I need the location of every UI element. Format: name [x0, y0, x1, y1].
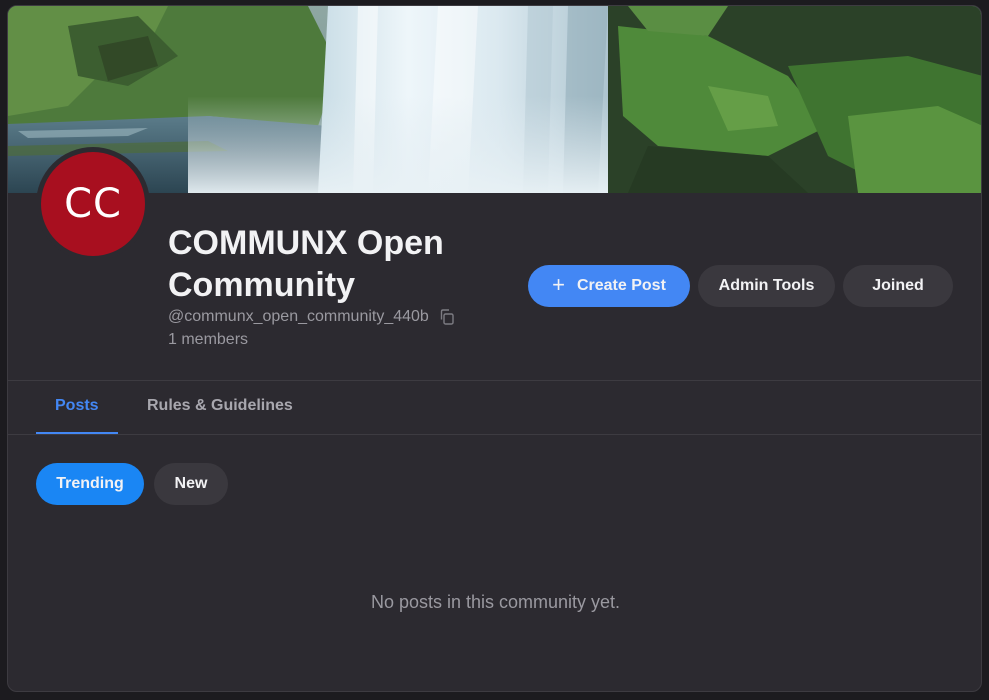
community-avatar: CC — [41, 152, 145, 256]
joined-button[interactable]: Joined — [843, 265, 953, 307]
admin-tools-button[interactable]: Admin Tools — [698, 265, 835, 307]
member-count: 1 members — [168, 331, 249, 348]
tab-rules-guidelines[interactable]: Rules & Guidelines — [147, 397, 293, 415]
create-post-label: Create Post — [576, 277, 666, 294]
community-name: COMMUNX Open Community — [168, 224, 444, 304]
plus-icon: + — [552, 272, 565, 297]
community-handle: @communx_open_community_440b — [168, 308, 429, 325]
tab-posts[interactable]: Posts — [55, 397, 99, 415]
community-card: CC COMMUNX Open Community @communx_open_… — [7, 5, 982, 692]
copy-icon[interactable] — [438, 308, 456, 326]
banner-image — [8, 6, 981, 193]
create-post-button[interactable]: + Create Post — [528, 265, 690, 307]
sort-new-button[interactable]: New — [154, 463, 228, 505]
sort-trending-button[interactable]: Trending — [36, 463, 144, 505]
handle-row: @communx_open_community_440b — [168, 307, 456, 327]
empty-feed-message: No posts in this community yet. — [370, 592, 621, 612]
divider — [8, 434, 981, 435]
divider — [8, 380, 981, 381]
